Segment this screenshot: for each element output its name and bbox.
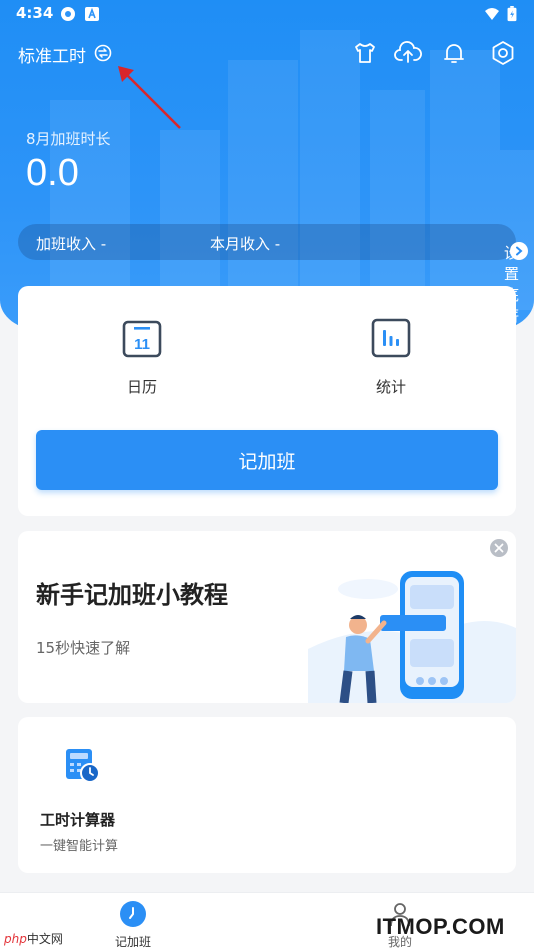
calendar-button[interactable]: 11 日历 (82, 318, 202, 397)
work-hours-calculator-button[interactable] (40, 745, 100, 795)
top-bar: 标准工时 (0, 36, 534, 72)
income-bar: 加班收入 - 本月收入 - 设置底薪 (18, 224, 528, 325)
tutorial-subtitle: 15秒快速了解 (36, 639, 131, 657)
nav-record-label: 记加班 (114, 935, 151, 949)
switch-mode-icon[interactable] (94, 44, 112, 62)
settings-icon[interactable] (490, 40, 516, 66)
tools-card: 工时计算器 一键智能计算 (18, 717, 516, 873)
tutorial-illustration (308, 571, 516, 703)
overtime-income: 加班收入 - (36, 235, 107, 253)
close-icon (494, 543, 504, 553)
stats-icon (371, 318, 411, 358)
wifi-icon (485, 8, 499, 20)
status-bar: 4:34 (0, 0, 534, 28)
calendar-badge: 11 (134, 336, 150, 353)
tool-description: 一键智能计算 (40, 839, 119, 854)
tutorial-banner[interactable]: 新手记加班小教程 15秒快速了解 (18, 531, 516, 703)
calendar-label: 日历 (126, 378, 157, 396)
work-mode-title[interactable]: 标准工时 (18, 42, 86, 67)
battery-icon (507, 6, 517, 22)
php-brand: php (4, 932, 27, 946)
record-overtime-button[interactable]: 记加班 (36, 430, 498, 490)
php-watermark: php中文网 (4, 930, 63, 947)
cloud-upload-icon[interactable] (394, 40, 422, 66)
bell-icon[interactable] (441, 40, 467, 66)
clock-icon (120, 901, 146, 927)
nav-record-overtime[interactable]: 记加班 (93, 901, 173, 950)
quick-actions-card: 11 日历 统计 记加班 (18, 286, 516, 516)
sync-status-icon (61, 7, 75, 21)
status-time: 4:34 (16, 4, 54, 22)
shirt-icon[interactable] (352, 40, 378, 66)
calculator-clock-icon (66, 749, 100, 783)
month-overtime-label: 8月加班时长 (26, 130, 111, 148)
chevron-right-icon (510, 242, 528, 260)
tool-name[interactable]: 工时计算器 (40, 809, 115, 830)
annotation-arrow-icon (118, 66, 181, 129)
tutorial-title: 新手记加班小教程 (36, 581, 228, 609)
stats-button[interactable]: 统计 (331, 318, 451, 397)
php-watermark-text: 中文网 (26, 932, 63, 946)
month-overtime-value: 0.0 (26, 152, 79, 194)
itmop-watermark: ITMOP.COM (376, 914, 505, 939)
stats-label: 统计 (375, 378, 406, 396)
calendar-icon: 11 (122, 320, 162, 358)
close-tutorial-button[interactable] (490, 539, 508, 557)
month-income: 本月收入 - (210, 235, 281, 253)
notification-a-icon (85, 7, 99, 21)
